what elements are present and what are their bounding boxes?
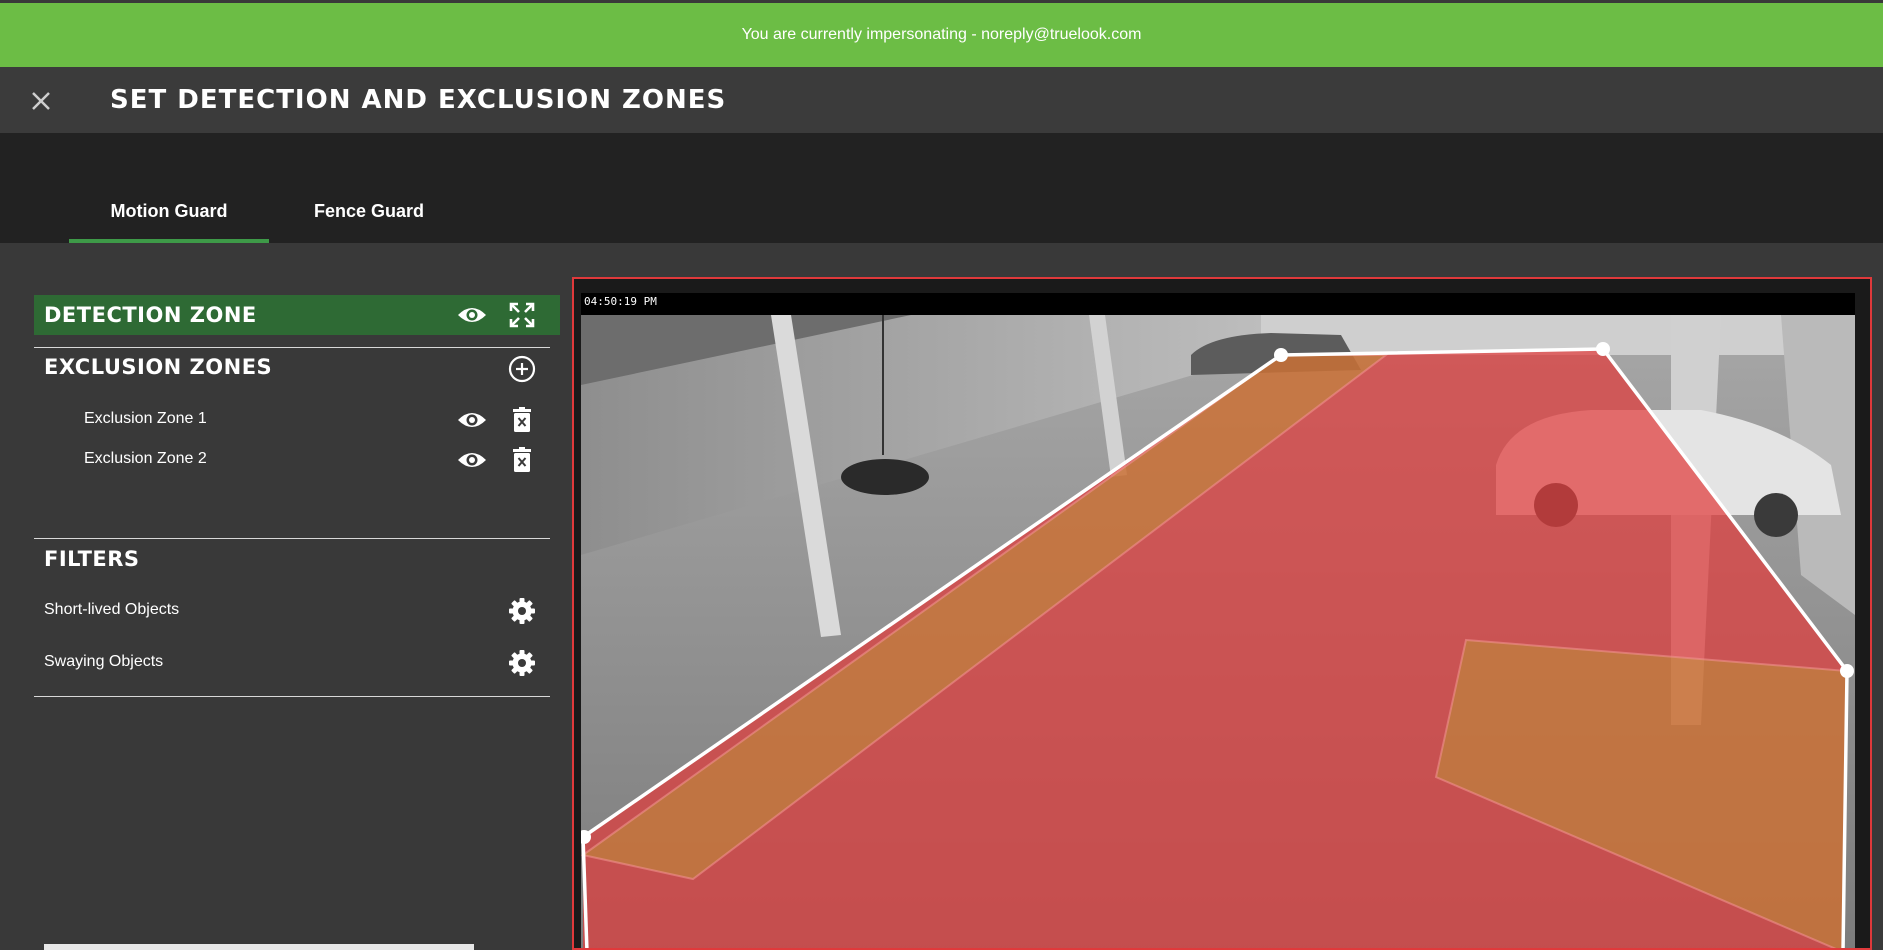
trash-icon — [513, 407, 531, 432]
exclusion-zones-header: EXCLUSION ZONES — [34, 347, 550, 391]
zones-sidebar: DETECTION ZONE EXCLUSION ZONES Exclusion… — [0, 243, 560, 950]
zone-vertex-handle[interactable] — [1274, 348, 1288, 362]
camera-timestamp: 04:50:19 PM — [584, 295, 657, 308]
exclusion-zone-item[interactable]: Exclusion Zone 1 — [34, 402, 550, 438]
exclusion-zone-label: Exclusion Zone 2 — [84, 450, 207, 467]
ceiling-lamp — [841, 459, 929, 495]
camera-view[interactable] — [577, 315, 1855, 948]
add-circle-icon — [508, 355, 536, 383]
exclusion-zone-item[interactable]: Exclusion Zone 2 — [34, 442, 550, 478]
tab-motion-guard[interactable]: Motion Guard — [69, 201, 269, 243]
camera-overlay-bar: 04:50:19 PM — [581, 293, 1855, 315]
filter-label: Short-lived Objects — [44, 601, 180, 618]
exclusion-zone-1-visibility-button[interactable] — [456, 404, 488, 436]
detection-zone-title: DETECTION ZONE — [44, 303, 257, 327]
eye-icon — [458, 413, 486, 427]
eye-icon — [458, 453, 486, 467]
filter-item: Short-lived Objects — [34, 591, 550, 631]
page-header: SET DETECTION AND EXCLUSION ZONES — [0, 67, 1883, 133]
camera-scene — [577, 315, 1855, 948]
tab-bar: Motion Guard Fence Guard — [0, 133, 1883, 243]
filters-title: FILTERS — [44, 547, 140, 571]
detection-expand-button[interactable] — [506, 299, 538, 331]
page-title: SET DETECTION AND EXCLUSION ZONES — [110, 85, 727, 115]
short-lived-settings-button[interactable] — [506, 595, 538, 627]
eye-icon — [458, 308, 486, 322]
tab-fence-guard[interactable]: Fence Guard — [290, 201, 448, 243]
exclusion-zones-title: EXCLUSION ZONES — [44, 355, 273, 379]
close-button[interactable] — [28, 88, 54, 114]
exclusion-zone-2-visibility-button[interactable] — [456, 444, 488, 476]
detection-visibility-button[interactable] — [456, 299, 488, 331]
expand-icon — [509, 302, 535, 328]
filter-label: Swaying Objects — [44, 653, 164, 670]
camera-frame: 04:50:19 PM — [572, 277, 1872, 950]
detection-zone-header[interactable]: DETECTION ZONE — [34, 295, 560, 335]
filter-item: Swaying Objects — [34, 643, 550, 683]
divider — [34, 696, 550, 697]
gear-icon — [509, 598, 535, 624]
exclusion-zone-1-delete-button[interactable] — [506, 404, 538, 436]
trash-icon — [513, 447, 531, 472]
exclusion-zone-2-delete-button[interactable] — [506, 444, 538, 476]
exclusion-zone-label: Exclusion Zone 1 — [84, 410, 207, 427]
zone-vertex-handle[interactable] — [1596, 342, 1610, 356]
impersonation-banner: You are currently impersonating - norepl… — [0, 3, 1883, 67]
zone-vertex-handle[interactable] — [1840, 664, 1854, 678]
swaying-settings-button[interactable] — [506, 647, 538, 679]
impersonation-text: You are currently impersonating - norepl… — [741, 26, 1142, 43]
horizontal-scrollbar[interactable] — [44, 944, 474, 950]
close-icon — [32, 92, 50, 110]
add-exclusion-zone-button[interactable] — [506, 353, 538, 385]
gear-icon — [509, 650, 535, 676]
filters-header: FILTERS — [34, 539, 550, 575]
